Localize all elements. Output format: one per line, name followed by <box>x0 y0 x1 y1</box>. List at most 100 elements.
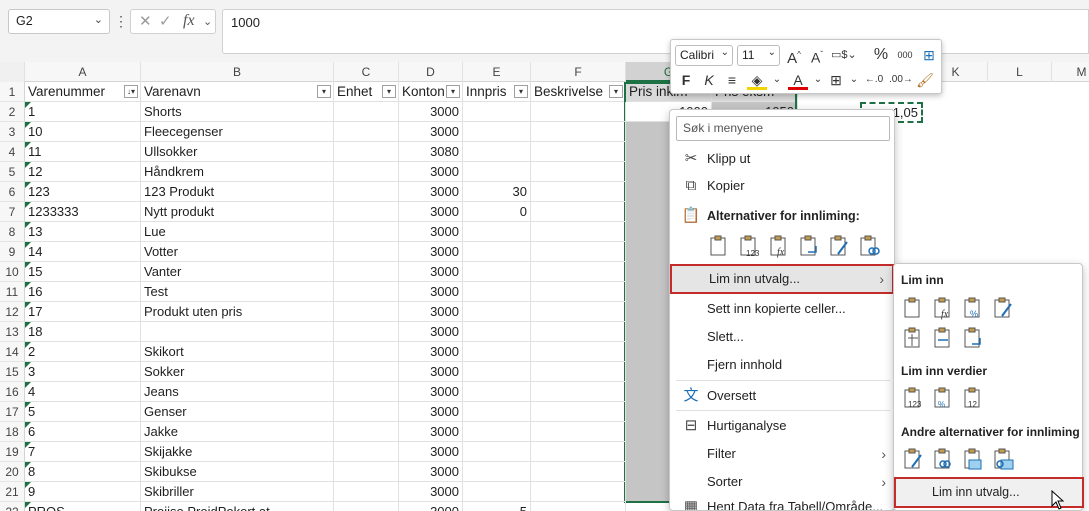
cell-b[interactable]: Shorts <box>141 102 334 122</box>
cell-f[interactable] <box>531 242 626 262</box>
cell-d[interactable]: 3000 <box>399 402 463 422</box>
row-header[interactable]: 5 <box>0 162 25 182</box>
name-box[interactable]: G2 ⌄ <box>8 9 110 34</box>
cell-d[interactable]: 3000 <box>399 102 463 122</box>
cell-d[interactable]: 3000 <box>399 242 463 262</box>
row-header[interactable]: 8 <box>0 222 25 242</box>
cell-a[interactable]: PROS <box>25 502 141 511</box>
cell-f[interactable] <box>531 362 626 382</box>
cell-a[interactable]: 18 <box>25 322 141 342</box>
cell-a[interactable]: 10 <box>25 122 141 142</box>
cell-a[interactable]: 9 <box>25 482 141 502</box>
paste-transpose-icon[interactable] <box>798 234 820 258</box>
cell-e[interactable] <box>463 102 531 122</box>
cell-e[interactable]: 5 <box>463 502 531 511</box>
row-header[interactable]: 12 <box>0 302 25 322</box>
cell-c[interactable] <box>334 102 399 122</box>
font-color-icon[interactable]: A <box>788 70 808 90</box>
cell-f[interactable] <box>531 382 626 402</box>
cell-b[interactable]: Produkt uten pris <box>141 302 334 322</box>
align-center-icon[interactable]: ≡ <box>722 70 742 90</box>
more-options-icon[interactable]: ⋮ <box>114 12 128 32</box>
header-cell-enhet[interactable]: Enhet ▾ <box>334 82 399 102</box>
cell-b[interactable]: Jeans <box>141 382 334 402</box>
cell-f[interactable] <box>531 302 626 322</box>
cell-e[interactable] <box>463 322 531 342</box>
cell-f[interactable] <box>531 402 626 422</box>
cell-a[interactable]: 7 <box>25 442 141 462</box>
chevron-down-icon[interactable]: ⌄ <box>844 70 864 90</box>
cell-a[interactable]: 15 <box>25 262 141 282</box>
filter-dropdown-icon[interactable]: ▾ <box>609 85 623 98</box>
decrease-decimal-icon[interactable]: .00→ <box>889 70 913 90</box>
header-cell-innpris[interactable]: Innpris ▾ <box>463 82 531 102</box>
cell-c[interactable] <box>334 342 399 362</box>
borders-icon[interactable]: ⊞ <box>826 70 846 90</box>
cell-f[interactable] <box>531 322 626 342</box>
row-header[interactable]: 7 <box>0 202 25 222</box>
row-header[interactable]: 6 <box>0 182 25 202</box>
cell-a[interactable]: 3 <box>25 362 141 382</box>
cell-e[interactable]: 30 <box>463 182 531 202</box>
menu-item-cut[interactable]: ✂ Klipp ut <box>670 146 894 172</box>
row-header[interactable]: 13 <box>0 322 25 342</box>
cell-c[interactable] <box>334 322 399 342</box>
cell-d[interactable]: 3000 <box>399 342 463 362</box>
cell-b[interactable]: Votter <box>141 242 334 262</box>
menu-item-copy[interactable]: ⧉ Kopier <box>670 173 894 199</box>
decrease-font-icon[interactable]: Aˇ <box>807 45 827 66</box>
cell-c[interactable] <box>334 262 399 282</box>
cell-a[interactable]: 6 <box>25 422 141 442</box>
column-header-e[interactable]: E <box>463 62 531 82</box>
cell-a[interactable]: 12 <box>25 162 141 182</box>
cell-c[interactable] <box>334 202 399 222</box>
paste-formatting-icon[interactable] <box>828 234 850 258</box>
increase-font-icon[interactable]: A^ <box>784 45 804 67</box>
row-header[interactable]: 14 <box>0 342 25 362</box>
formula-input[interactable]: 1000 <box>222 9 1089 54</box>
check-icon[interactable]: ✓ <box>159 12 172 30</box>
cell-d[interactable]: 3000 <box>399 162 463 182</box>
header-cell-konto[interactable]: Konton ▾ <box>399 82 463 102</box>
cell-c[interactable] <box>334 142 399 162</box>
cell-a[interactable]: 8 <box>25 462 141 482</box>
paste-icon[interactable] <box>708 234 730 258</box>
cell-d[interactable]: 3000 <box>399 202 463 222</box>
cell-b[interactable]: Lue <box>141 222 334 242</box>
paste-formulas-icon[interactable]: fx <box>768 234 790 258</box>
header-cell-varenavn[interactable]: Varenavn ▾ <box>141 82 334 102</box>
cell-a[interactable]: 2 <box>25 342 141 362</box>
menu-item-translate[interactable]: 文 Oversett <box>670 383 894 409</box>
cell-d[interactable]: 3000 <box>399 442 463 462</box>
cell-b[interactable]: Skibukse <box>141 462 334 482</box>
menu-item-delete[interactable]: Slett... <box>670 324 894 350</box>
paste-values-icon[interactable]: 123 <box>902 386 924 410</box>
cell-d[interactable]: 3000 <box>399 282 463 302</box>
row-header[interactable]: 2 <box>0 102 25 122</box>
cell-b[interactable]: Sokker <box>141 362 334 382</box>
cell-e[interactable] <box>463 402 531 422</box>
column-header-b[interactable]: B <box>141 62 334 82</box>
format-painter-icon[interactable]: 🖌 <box>915 70 935 90</box>
cancel-icon[interactable]: ✕ <box>139 12 152 30</box>
cell-a[interactable]: 5 <box>25 402 141 422</box>
italic-button[interactable]: K <box>699 70 719 90</box>
cell-e[interactable] <box>463 162 531 182</box>
cell-b[interactable] <box>141 322 334 342</box>
cell-b[interactable]: Jakke <box>141 422 334 442</box>
filter-dropdown-icon[interactable]: ▾ <box>514 85 528 98</box>
paste-link-icon[interactable] <box>858 234 880 258</box>
thousands-separator-button[interactable]: 000 <box>895 45 915 65</box>
font-name-select[interactable]: Calibri ⌄ <box>675 45 733 66</box>
paste-values-source-format-icon[interactable]: 12 <box>962 386 984 410</box>
row-header[interactable]: 16 <box>0 382 25 402</box>
number-format-icon[interactable]: ▭$⌄ <box>831 45 857 65</box>
cell-b[interactable]: Projiso ProidPokort at <box>141 502 334 511</box>
cell-e[interactable] <box>463 262 531 282</box>
cell-b[interactable]: Test <box>141 282 334 302</box>
menu-item-clear[interactable]: Fjern innhold <box>670 352 894 378</box>
paste-column-widths-icon[interactable] <box>932 326 954 350</box>
filter-dropdown-icon[interactable]: ▾ <box>446 85 460 98</box>
cell-f[interactable] <box>531 162 626 182</box>
cell-e[interactable] <box>463 462 531 482</box>
